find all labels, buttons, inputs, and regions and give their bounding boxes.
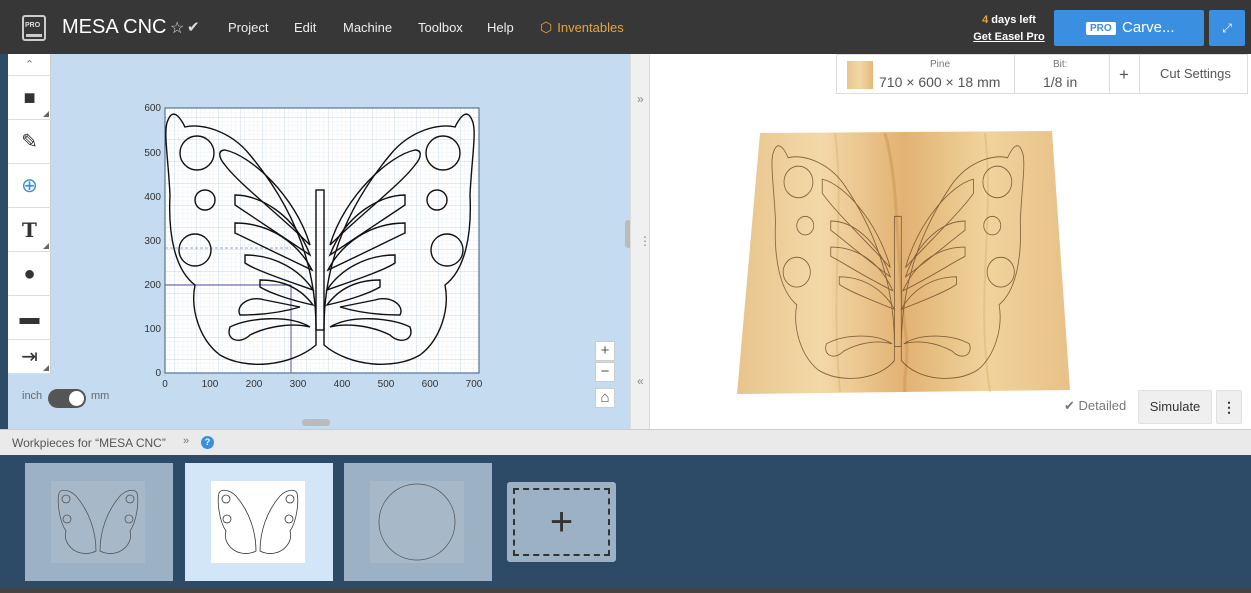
y-tick: 600 bbox=[144, 103, 161, 114]
y-tick: 100 bbox=[144, 324, 161, 335]
workpieces-title: Workpieces for “MESA CNC” bbox=[12, 436, 166, 450]
collapse-toolbar-icon[interactable]: ⌃ bbox=[8, 54, 51, 76]
workpieces-header: Workpieces for “MESA CNC” » ? bbox=[0, 429, 1251, 455]
material-bar: Pine 710 × 600 × 18 mm Bit: 1/8 in + Cut… bbox=[836, 54, 1248, 94]
apple-icon[interactable]: ● bbox=[8, 252, 51, 296]
x-tick: 200 bbox=[246, 379, 263, 390]
carve-button[interactable]: PRO Carve... bbox=[1054, 10, 1204, 46]
design-grid[interactable]: 600 500 400 300 200 100 0 0 100 200 300 … bbox=[130, 95, 490, 395]
pen-icon[interactable]: ✎ bbox=[8, 120, 51, 164]
x-tick: 600 bbox=[422, 379, 439, 390]
detailed-toggle[interactable]: ✔ Detailed bbox=[1064, 398, 1126, 414]
plus-icon: + bbox=[549, 500, 574, 544]
x-tick: 400 bbox=[334, 379, 351, 390]
check-icon: ✔ bbox=[187, 19, 200, 36]
get-easel-pro-link[interactable]: Get Easel Pro bbox=[970, 31, 1048, 43]
x-tick: 0 bbox=[162, 379, 168, 390]
fullscreen-icon[interactable]: ⤢ bbox=[1209, 10, 1245, 46]
workpiece-thumbnail-image bbox=[211, 481, 305, 563]
workpiece-thumbnail-image bbox=[370, 481, 464, 563]
cut-settings-label: Cut Settings bbox=[1160, 66, 1231, 81]
menu-edit[interactable]: Edit bbox=[294, 20, 316, 35]
detailed-label: Detailed bbox=[1078, 398, 1127, 413]
wood-swatch bbox=[847, 61, 873, 89]
trial-days-left: 4 days left bbox=[970, 14, 1048, 26]
zoom-out-button[interactable]: − bbox=[595, 362, 615, 382]
horizontal-scrollbar[interactable] bbox=[302, 419, 330, 426]
menu-help[interactable]: Help bbox=[487, 20, 514, 35]
bit-label: Bit: bbox=[1053, 59, 1068, 70]
workpiece-thumbnail-image bbox=[51, 481, 145, 563]
cut-settings-button[interactable]: Cut Settings bbox=[1140, 55, 1248, 93]
workpiece-thumbnail[interactable] bbox=[25, 463, 173, 581]
workpiece-thumbnail-active[interactable] bbox=[185, 463, 333, 581]
y-tick: 0 bbox=[155, 368, 161, 379]
inventables-link[interactable]: ⬡ Inventables bbox=[540, 19, 624, 36]
inventables-label: Inventables bbox=[557, 20, 624, 35]
pro-badge: PRO bbox=[1086, 22, 1116, 35]
add-bit-button[interactable]: + bbox=[1110, 55, 1140, 93]
text-icon[interactable]: T bbox=[8, 208, 51, 252]
collapse-workpieces-icon[interactable]: » bbox=[183, 435, 189, 447]
menu-machine[interactable]: Machine bbox=[343, 20, 392, 35]
material-selector[interactable]: Pine 710 × 600 × 18 mm bbox=[837, 55, 1015, 93]
x-tick: 100 bbox=[202, 379, 219, 390]
panel-divider[interactable]: » ⋮ « bbox=[630, 54, 651, 429]
bit-selector[interactable]: Bit: 1/8 in bbox=[1015, 55, 1110, 93]
material-dimensions: 710 × 600 × 18 mm bbox=[879, 74, 1001, 90]
expand-left-icon[interactable]: « bbox=[637, 374, 644, 388]
y-tick: 400 bbox=[144, 192, 161, 203]
simulate-button[interactable]: Simulate bbox=[1138, 390, 1212, 424]
carve-label: Carve... bbox=[1122, 19, 1175, 36]
expand-right-icon[interactable]: » bbox=[637, 92, 644, 106]
y-tick: 300 bbox=[144, 236, 161, 247]
y-tick: 500 bbox=[144, 148, 161, 159]
y-tick: 200 bbox=[144, 280, 161, 291]
unit-mm-label: mm bbox=[91, 390, 110, 402]
menu-project[interactable]: Project bbox=[228, 20, 268, 35]
lego-brick-icon[interactable]: ▬ bbox=[8, 296, 51, 340]
more-options-icon[interactable]: ⋮ bbox=[1216, 390, 1242, 424]
star-icon[interactable]: ☆ bbox=[170, 18, 184, 38]
inventables-hex-icon: ⬡ bbox=[540, 19, 553, 35]
crosshair-icon[interactable]: ⊕ bbox=[8, 164, 51, 208]
menu-toolbox[interactable]: Toolbox bbox=[418, 20, 463, 35]
unit-toggle[interactable] bbox=[48, 389, 86, 408]
help-icon[interactable]: ? bbox=[201, 436, 214, 449]
home-icon[interactable]: ⌂ bbox=[595, 388, 615, 408]
x-tick: 700 bbox=[466, 379, 483, 390]
add-bit-icon: + bbox=[1119, 65, 1129, 84]
zoom-in-button[interactable]: + bbox=[595, 341, 615, 361]
easel-logo-icon[interactable]: PRO bbox=[22, 15, 46, 41]
import-icon[interactable]: ⇥ bbox=[8, 340, 51, 374]
add-workpiece-button[interactable]: + bbox=[507, 482, 616, 562]
wood-preview[interactable] bbox=[735, 128, 1075, 398]
shapes-icon[interactable]: ■ bbox=[8, 76, 51, 120]
x-tick: 500 bbox=[378, 379, 395, 390]
check-icon: ✔ bbox=[1064, 398, 1075, 413]
workpiece-thumbnail[interactable] bbox=[344, 463, 492, 581]
material-name: Pine bbox=[930, 59, 951, 70]
bottom-strip bbox=[0, 588, 1251, 593]
top-bar: PRO MESA CNC ☆ ✔ Project Edit Machine To… bbox=[0, 0, 1251, 54]
bit-value: 1/8 in bbox=[1043, 74, 1078, 90]
unit-inch-label: inch bbox=[22, 390, 43, 402]
project-title[interactable]: MESA CNC bbox=[62, 16, 166, 39]
x-tick: 300 bbox=[290, 379, 307, 390]
trial-days-text: days left bbox=[988, 14, 1036, 26]
shape-toolbar: ⌃ ■ ✎ ⊕ T ● ▬ ⇥ bbox=[8, 54, 51, 374]
